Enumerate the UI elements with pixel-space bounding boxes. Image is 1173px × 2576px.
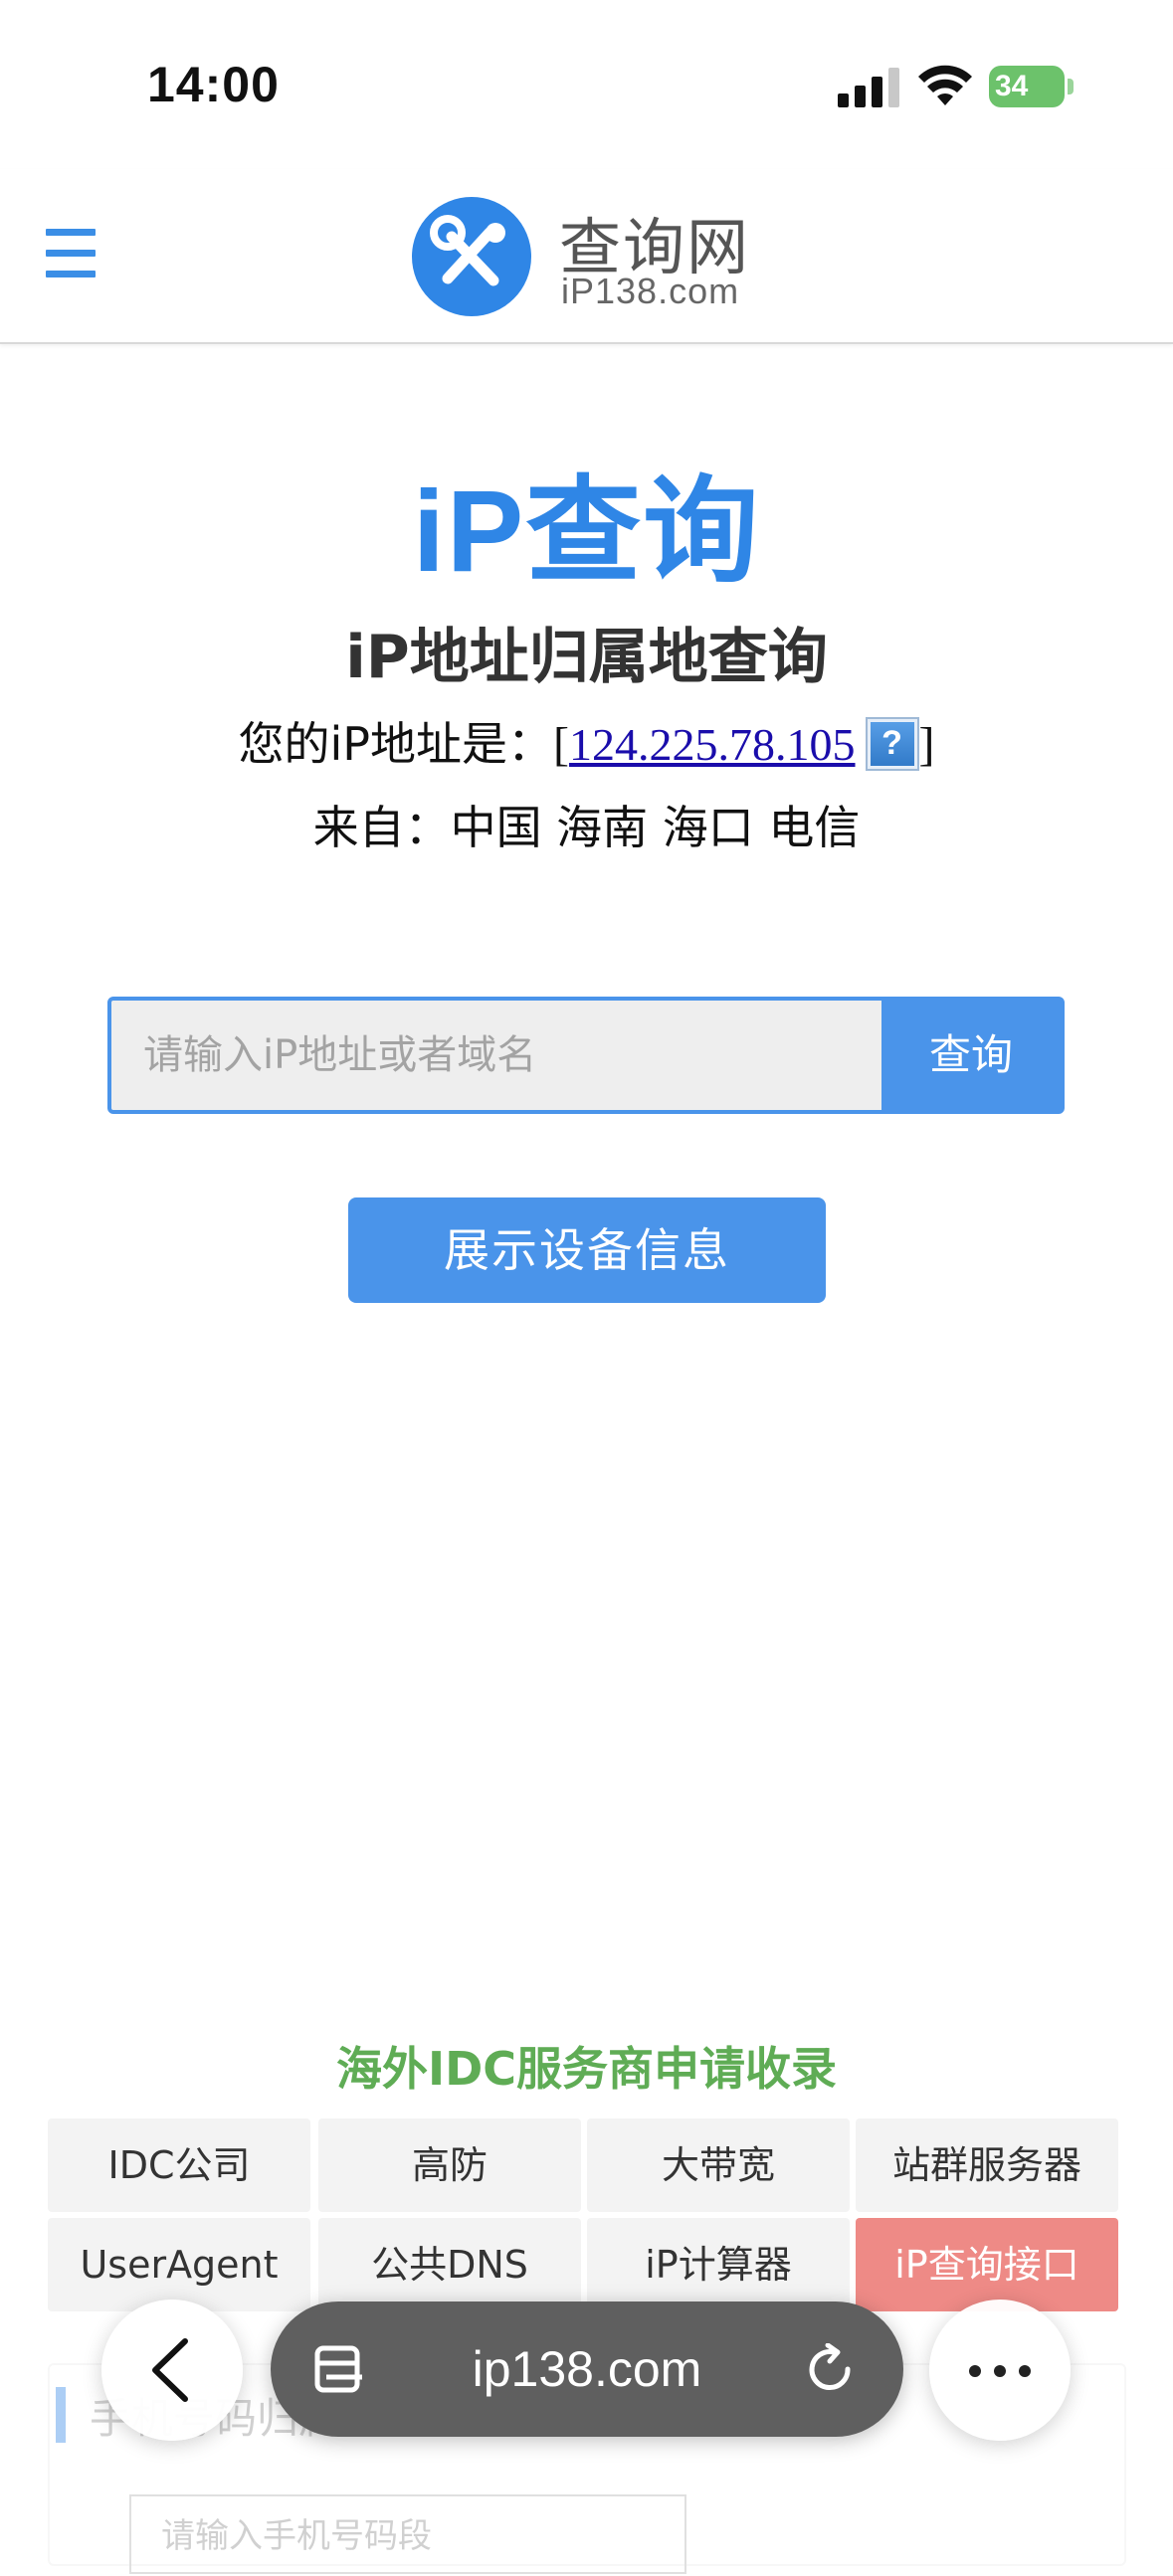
phone-lookup-input[interactable]: 请输入手机号码段 xyxy=(129,2494,686,2574)
logo-subtitle: iP138.com xyxy=(561,271,740,311)
search-button[interactable]: 查询 xyxy=(881,1001,1061,1110)
link-site-group-server[interactable]: 站群服务器 xyxy=(856,2118,1118,2212)
show-device-info-button[interactable]: 展示设备信息 xyxy=(348,1197,826,1303)
link-public-dns[interactable]: 公共DNS xyxy=(318,2218,581,2311)
battery-level: 34 xyxy=(995,70,1029,102)
ip-address-link[interactable]: 124.225.78.105 xyxy=(569,719,856,770)
help-icon[interactable]: ? xyxy=(865,717,919,771)
link-high-bandwidth[interactable]: 大带宽 xyxy=(587,2118,850,2212)
more-dots-icon xyxy=(969,2365,981,2377)
idc-section-title[interactable]: 海外IDC服务商申请收录 xyxy=(0,2033,1173,2099)
menu-icon[interactable] xyxy=(46,229,96,282)
reload-icon[interactable] xyxy=(804,2343,856,2395)
battery-icon: 34 xyxy=(989,66,1075,107)
wifi-icon xyxy=(918,65,972,105)
page-subtitle: iP地址归属地查询 xyxy=(345,623,828,692)
ip-search-form: 查询 xyxy=(107,997,1065,1114)
link-ip-calculator[interactable]: iP计算器 xyxy=(587,2218,850,2311)
cellular-signal-icon xyxy=(838,68,899,107)
location-text: 来自：中国 海南 海口 电信 xyxy=(312,801,861,854)
page-title: iP查询 xyxy=(412,466,761,596)
more-options-button[interactable] xyxy=(929,2300,1071,2441)
tools-logo-icon xyxy=(412,197,531,316)
link-user-agent[interactable]: UserAgent xyxy=(48,2218,310,2311)
site-header: 查询网 iP138.com xyxy=(0,169,1173,344)
link-idc-company[interactable]: IDC公司 xyxy=(48,2118,310,2212)
site-logo[interactable]: 查询网 iP138.com xyxy=(412,197,770,316)
browser-back-button[interactable] xyxy=(101,2300,243,2441)
link-ip-query-api[interactable]: iP查询接口 xyxy=(856,2218,1118,2311)
status-time: 14:00 xyxy=(147,57,280,112)
ip-info-line: 您的iP地址是：[124.225.78.105?] xyxy=(238,717,935,771)
chevron-left-icon xyxy=(152,2338,188,2402)
link-ddos-protection[interactable]: 高防 xyxy=(318,2118,581,2212)
ip-label: 您的iP地址是： xyxy=(238,717,554,771)
status-bar: 14:00 34 xyxy=(0,0,1173,169)
ip-search-input[interactable] xyxy=(111,1001,881,1110)
address-bar[interactable]: ip138.com xyxy=(271,2301,903,2437)
